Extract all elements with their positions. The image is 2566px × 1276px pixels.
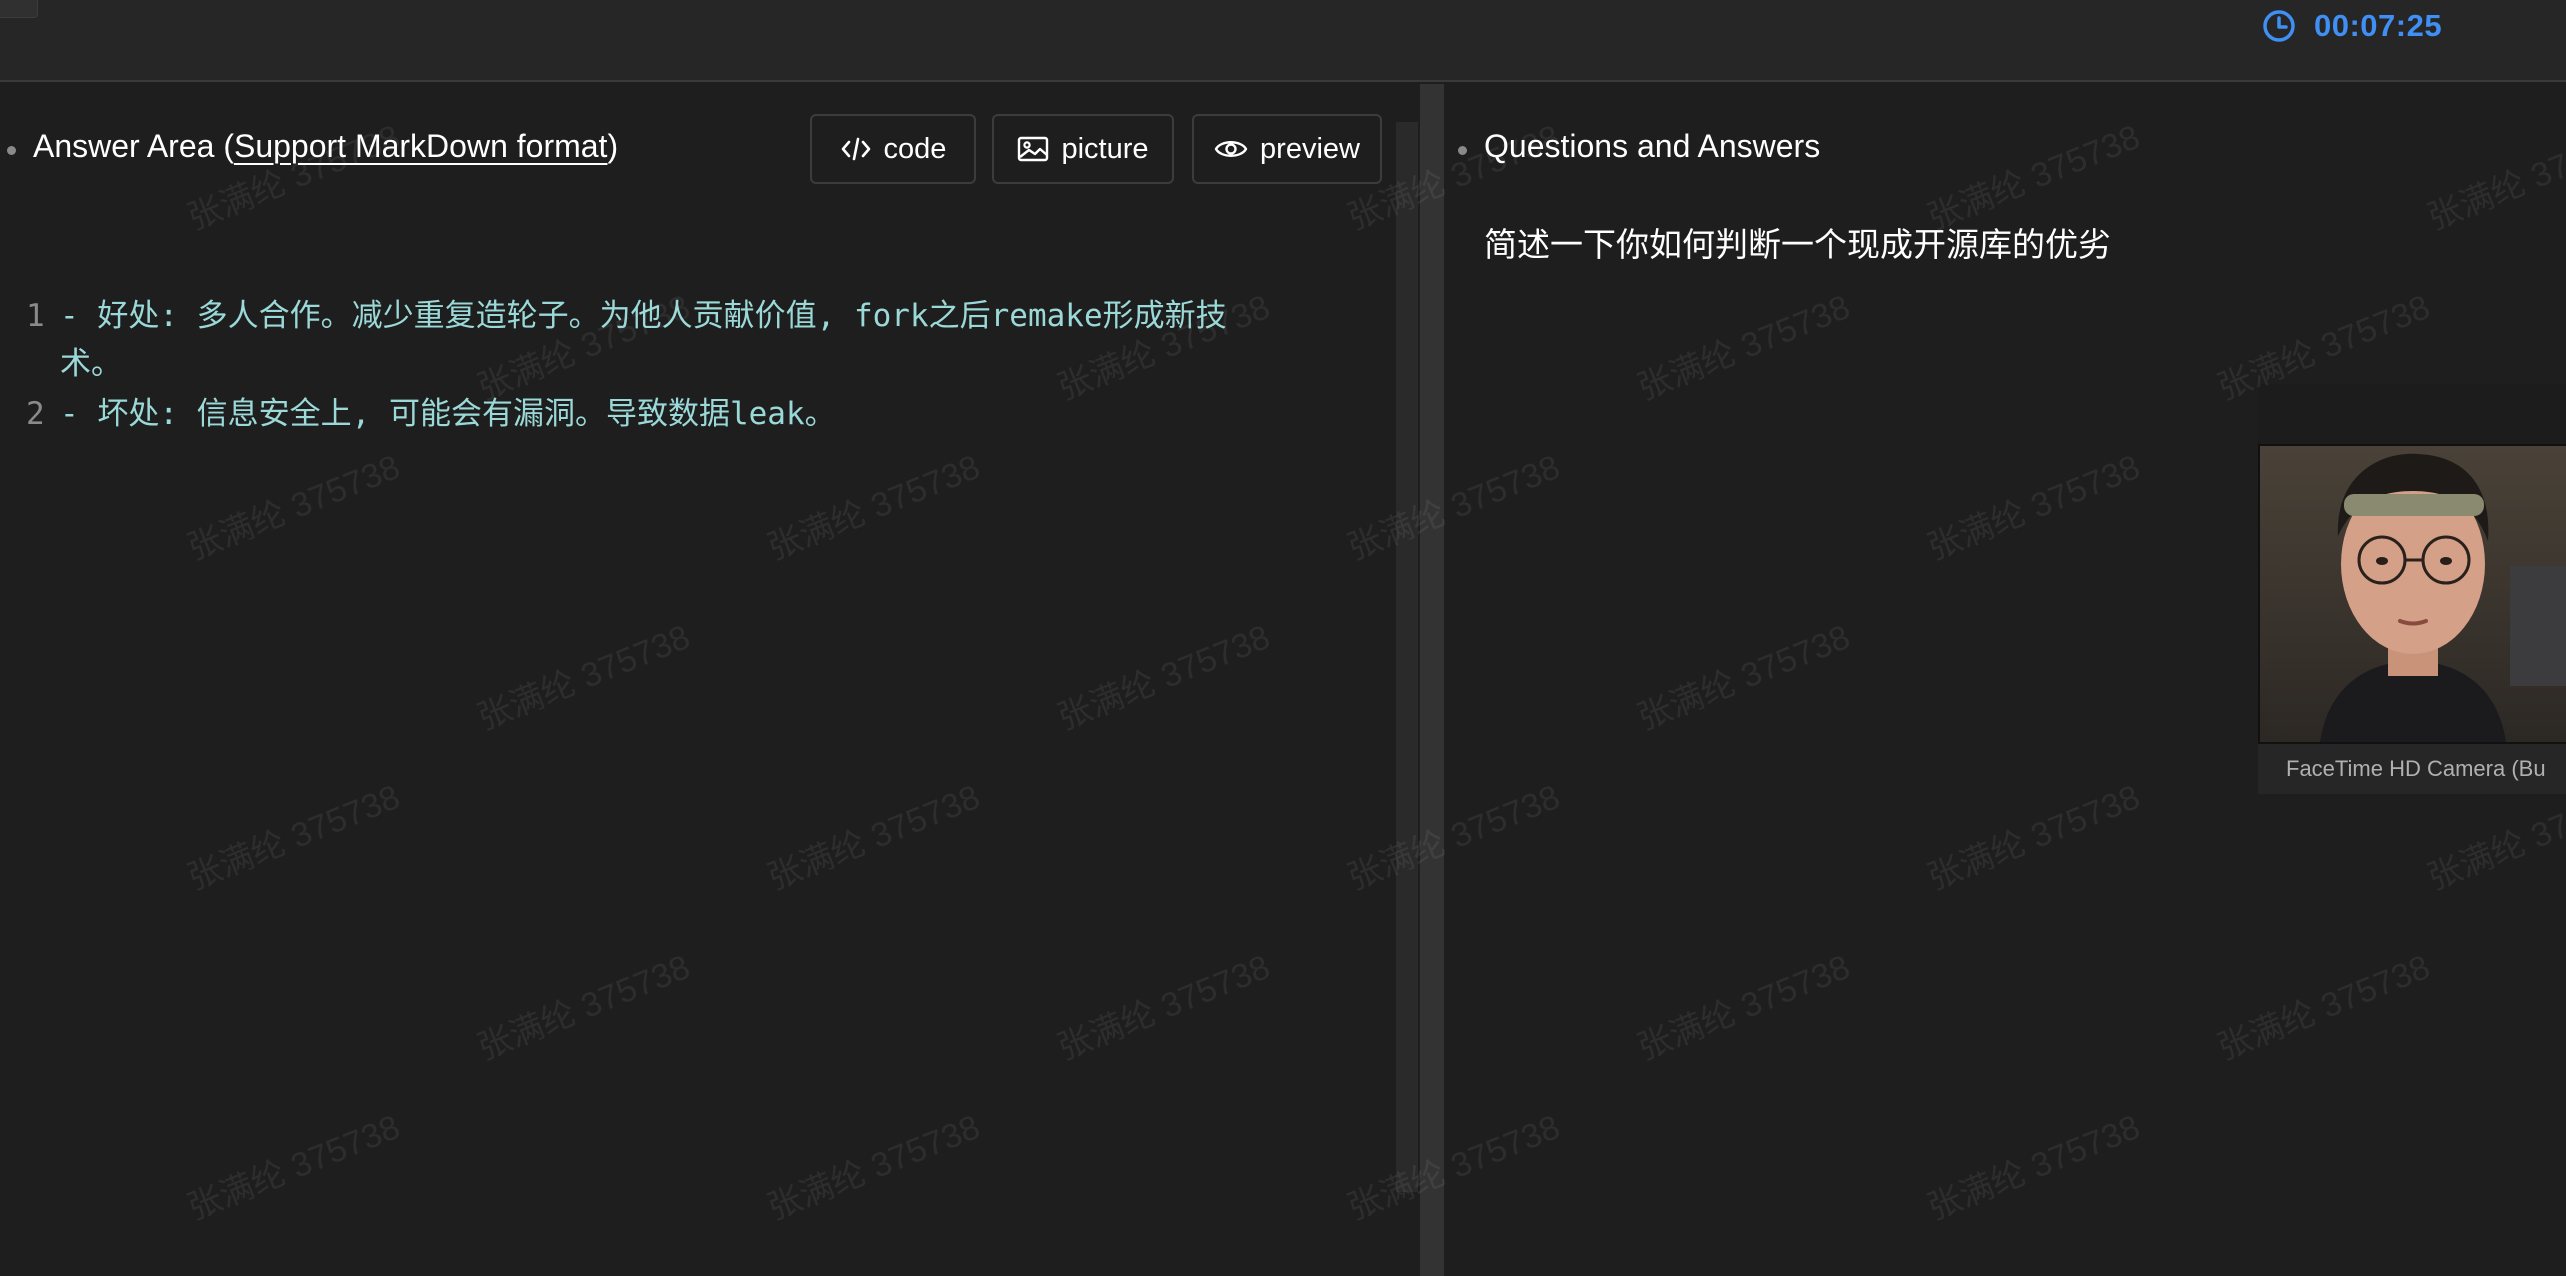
code-button[interactable]: code <box>810 114 976 184</box>
picture-icon <box>1017 135 1049 163</box>
picture-button[interactable]: picture <box>992 114 1174 184</box>
answer-area-title: Answer Area (Support MarkDown format) <box>33 128 618 165</box>
eye-icon <box>1214 136 1248 162</box>
code-icon <box>840 135 872 163</box>
bullet-dot <box>1458 146 1467 155</box>
camera-preview[interactable]: FaceTime HD Camera (Bu <box>2258 384 2566 794</box>
question-text: 简述一下你如何判断一个现成开源库的优劣 <box>1484 226 2111 263</box>
clock-icon <box>2262 9 2296 43</box>
preview-button-label: preview <box>1260 132 1360 165</box>
bullet-dot <box>7 146 16 155</box>
markdown-editor[interactable]: 1 - 好处: 多人合作。减少重复造轮子。为他人贡献价值, fork之后rema… <box>0 206 1392 1276</box>
preview-button[interactable]: preview <box>1192 114 1382 184</box>
line-text[interactable]: - 坏处: 信息安全上, 可能会有漏洞。导致数据leak。 <box>60 390 1260 438</box>
picture-button-label: picture <box>1061 132 1149 165</box>
camera-feed-image <box>2260 446 2566 742</box>
answer-header: Answer Area (Support MarkDown format) co… <box>0 84 1396 200</box>
camera-video <box>2258 444 2566 744</box>
answer-title-prefix: Answer Area ( <box>33 128 234 164</box>
code-button-label: code <box>883 132 947 165</box>
line-number: 1 <box>26 298 45 334</box>
answer-title-suffix: ) <box>607 128 619 164</box>
line-text[interactable]: - 好处: 多人合作。减少重复造轮子。为他人贡献价值, fork之后remake… <box>60 292 1260 388</box>
answer-pane: Answer Area (Support MarkDown format) co… <box>0 84 1396 1276</box>
window-tab[interactable] <box>0 0 38 18</box>
pane-divider[interactable] <box>1420 84 1444 1276</box>
line-number: 2 <box>26 396 45 432</box>
editor-scrollbar[interactable] <box>1396 122 1418 1192</box>
markdown-support-link[interactable]: Support MarkDown format <box>234 128 607 164</box>
timer: 00:07:25 <box>2262 4 2442 48</box>
camera-header <box>2258 384 2566 444</box>
top-bar: 00:07:25 <box>0 0 2566 82</box>
camera-label: FaceTime HD Camera (Bu <box>2286 756 2546 781</box>
qa-title: Questions and Answers <box>1484 128 1821 164</box>
timer-value: 00:07:25 <box>2314 8 2443 43</box>
